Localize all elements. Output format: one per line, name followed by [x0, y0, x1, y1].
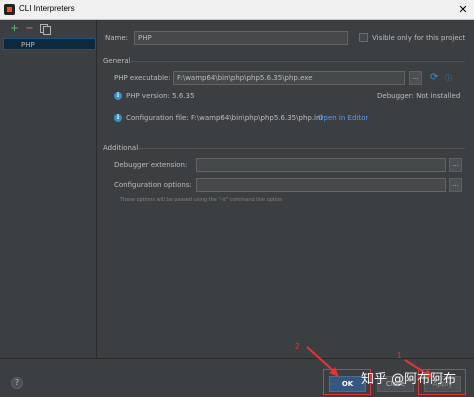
window-title: CLI Interpreters: [19, 4, 75, 13]
phpstorm-app-icon: [4, 4, 15, 15]
interpreter-settings: Name: PHP Visible only for this project …: [98, 20, 474, 358]
debugger-extension-label: Debugger extension:: [114, 161, 188, 169]
open-in-editor-link[interactable]: Open in Editor: [318, 113, 368, 123]
php-info-icon[interactable]: ⓘ: [445, 73, 452, 83]
cli-interpreters-dialog: + − PHP Name: PHP Visible only for this …: [0, 20, 474, 397]
browse-debugger-button[interactable]: ...: [449, 158, 462, 172]
browse-executable-button[interactable]: ...: [409, 71, 422, 85]
title-bar: CLI Interpreters ✕: [0, 0, 474, 20]
watermark-text: 知乎 @阿布阿布: [361, 372, 457, 387]
general-divider: [128, 61, 465, 62]
name-input[interactable]: PHP: [134, 31, 348, 45]
list-item-php[interactable]: PHP: [3, 38, 96, 50]
edit-options-button[interactable]: ...: [449, 178, 462, 192]
interpreter-list-panel: + − PHP: [0, 20, 97, 358]
info-icon: i: [114, 92, 122, 100]
debugger-status-text: Debugger: Not installed: [377, 92, 461, 100]
refresh-icon[interactable]: ⟳: [430, 73, 438, 83]
add-icon[interactable]: +: [9, 23, 20, 34]
config-file-text: Configuration file: F:\wamp64\bin\php\ph…: [126, 114, 323, 122]
configuration-options-label: Configuration options:: [114, 181, 192, 189]
annotation-number-2: 2: [295, 342, 300, 351]
remove-icon[interactable]: −: [24, 23, 35, 34]
configuration-options-input[interactable]: [196, 178, 446, 192]
list-toolbar: + −: [0, 20, 97, 38]
close-icon[interactable]: ✕: [455, 2, 471, 17]
additional-section-title: Additional: [103, 144, 139, 152]
visible-only-checkbox[interactable]: [359, 33, 368, 42]
visible-only-label: Visible only for this project: [372, 34, 466, 42]
copy-icon[interactable]: [39, 23, 51, 35]
additional-divider: [138, 148, 465, 149]
php-version-text: PHP version: 5.6.35: [126, 92, 195, 100]
info-icon: i: [114, 114, 122, 122]
php-executable-input[interactable]: F:\wamp64\bin\php\php5.6.35\php.exe: [173, 71, 405, 85]
php-executable-label: PHP executable:: [114, 74, 171, 82]
debugger-extension-input[interactable]: [196, 158, 446, 172]
general-section-title: General: [103, 57, 131, 65]
interpreter-list: PHP: [3, 38, 96, 50]
annotation-number-1: 1: [397, 351, 402, 360]
name-label: Name:: [105, 34, 129, 42]
options-hint-text: These options will be passed using the "…: [120, 197, 283, 203]
help-button[interactable]: ?: [11, 377, 23, 389]
